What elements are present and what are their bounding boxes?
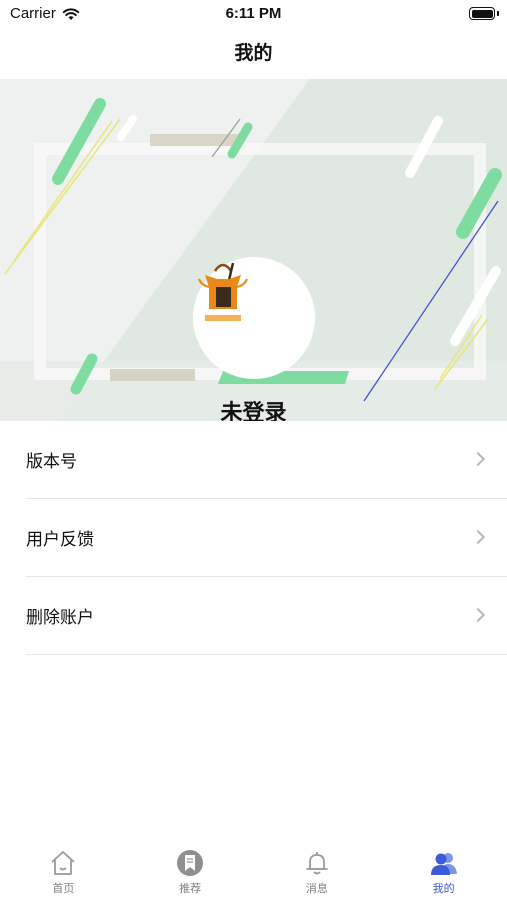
menu-item-feedback[interactable]: 用户反馈 <box>26 499 507 577</box>
tab-home[interactable]: 首页 <box>0 838 127 900</box>
menu-item-version[interactable]: 版本号 <box>26 421 507 499</box>
menu-item-label: 删除账户 <box>26 608 94 627</box>
menu-item-label: 版本号 <box>26 452 77 471</box>
home-icon <box>51 851 75 875</box>
battery-icon <box>469 7 495 20</box>
bell-icon <box>305 852 328 875</box>
login-status-label[interactable]: 未登录 <box>0 395 507 421</box>
apron-logo-icon <box>198 262 248 321</box>
chevron-right-icon <box>470 529 486 544</box>
tab-label: 我的 <box>432 883 455 895</box>
profile-banner: 未登录 <box>0 79 507 421</box>
tab-messages[interactable]: 消息 <box>254 838 381 900</box>
chevron-right-icon <box>470 607 486 622</box>
tab-bar: 首页 推荐 消息 我的 <box>0 838 507 900</box>
tab-label: 消息 <box>305 883 328 895</box>
bookmark-icon <box>177 850 204 876</box>
tab-label: 首页 <box>52 883 75 895</box>
status-time: 6:11 PM <box>225 5 282 22</box>
tab-recommend[interactable]: 推荐 <box>127 838 254 900</box>
tab-label: 推荐 <box>179 883 202 895</box>
menu-item-label: 用户反馈 <box>26 530 94 549</box>
users-icon <box>430 853 457 875</box>
avatar[interactable] <box>193 257 315 379</box>
menu-item-delete-account[interactable]: 删除账户 <box>26 577 507 655</box>
settings-menu: 版本号 用户反馈 删除账户 <box>0 421 507 655</box>
status-bar: Carrier 6:11 PM <box>0 0 507 28</box>
chevron-right-icon <box>470 451 486 466</box>
page-title: 我的 <box>234 43 273 64</box>
tab-profile[interactable]: 我的 <box>380 838 507 900</box>
